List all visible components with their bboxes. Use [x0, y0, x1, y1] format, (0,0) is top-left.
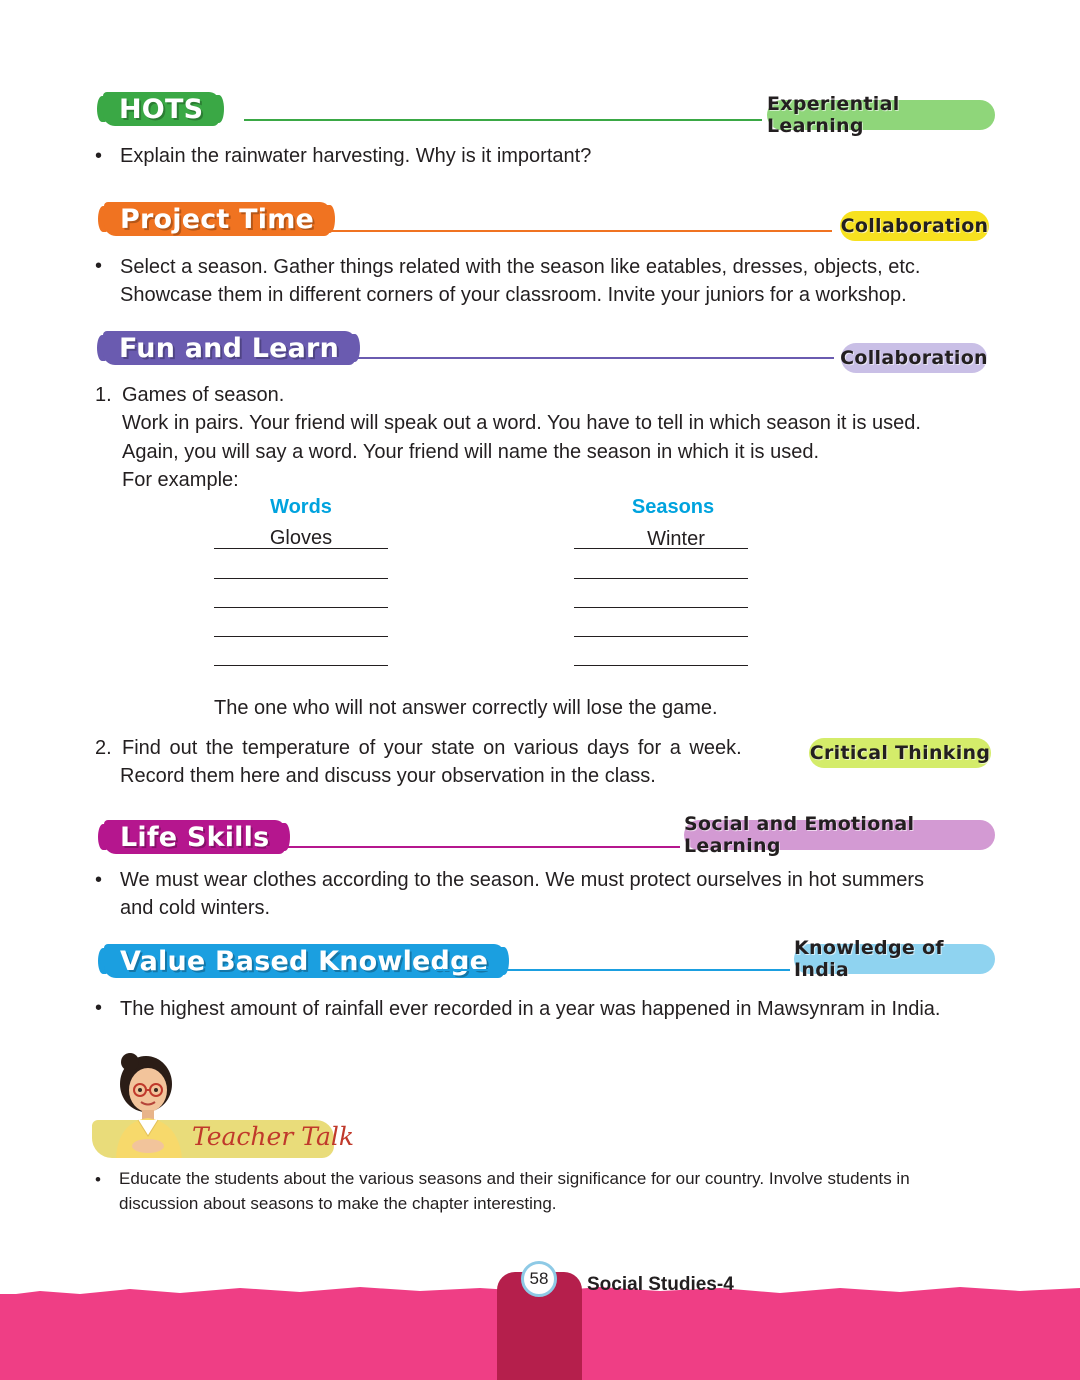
- item-1-line-3: For example:: [122, 469, 239, 491]
- value-rule: [436, 969, 790, 971]
- season-blank: [574, 665, 748, 666]
- life-tag: Social and Emotional Learning: [684, 813, 995, 857]
- word-blank: [214, 636, 388, 637]
- fun-rule: [316, 357, 834, 359]
- season-blank: [574, 607, 748, 608]
- item-2-line-2: Record them here and discuss your observ…: [120, 765, 656, 787]
- value-fact: The highest amount of rainfall ever reco…: [120, 998, 941, 1020]
- hots-tag: Experiential Learning: [767, 93, 995, 137]
- word-blank: [214, 607, 388, 608]
- fun-label: Fun and Learn: [97, 331, 360, 365]
- bullet-dot: •: [95, 145, 103, 167]
- word-blank: [214, 665, 388, 666]
- life-line-2: and cold winters.: [120, 897, 271, 919]
- life-rule: [266, 846, 680, 848]
- item-2-line-1: Find out the temperature of your state o…: [122, 737, 742, 759]
- project-line-2: Showcase them in different corners of yo…: [120, 284, 907, 306]
- item-1-title: Games of season.: [122, 384, 285, 406]
- project-tag: Collaboration: [840, 211, 989, 241]
- hots-question: Explain the rainwater harvesting. Why is…: [120, 145, 592, 167]
- hots-rule: [244, 119, 762, 121]
- bullet-dot: •: [95, 1170, 101, 1189]
- item-1-line-2: Again, you will say a word. Your friend …: [122, 441, 820, 463]
- word-blank: [214, 578, 388, 579]
- game-rule: The one who will not answer correctly wi…: [214, 697, 718, 719]
- project-label: Project Time: [97, 202, 336, 236]
- item-2-number: 2.: [95, 737, 112, 759]
- bullet-dot: •: [95, 255, 103, 277]
- book-title: Social Studies-4: [587, 1274, 734, 1295]
- life-label: Life Skills: [97, 820, 291, 854]
- project-rule: [302, 230, 832, 232]
- season-blank: [574, 636, 748, 637]
- seasons-heading: Seasons: [631, 496, 715, 518]
- critical-thinking-tag: Critical Thinking: [809, 738, 991, 768]
- life-line-1: We must wear clothes according to the se…: [120, 869, 925, 891]
- item-1-number: 1.: [95, 384, 112, 406]
- teacher-line-2: discussion about seasons to make the cha…: [119, 1194, 557, 1213]
- project-line-1: Select a season. Gather things related w…: [120, 256, 921, 278]
- item-1-line-1: Work in pairs. Your friend will speak ou…: [122, 412, 921, 434]
- value-tag: Knowledge of India: [794, 937, 995, 981]
- word-blank: [214, 548, 388, 549]
- value-label: Value Based Knowledge: [97, 944, 510, 978]
- page-number: 58: [521, 1261, 557, 1297]
- fun-tag: Collaboration: [840, 343, 988, 373]
- hots-label: HOTS: [96, 92, 225, 126]
- bullet-dot: •: [95, 869, 103, 891]
- teacher-line-1: Educate the students about the various s…: [119, 1169, 910, 1188]
- teacher-avatar-icon: [116, 1053, 182, 1158]
- bullet-dot: •: [95, 997, 103, 1019]
- season-blank: [574, 548, 748, 549]
- teacher-talk-label: Teacher Talk: [192, 1122, 355, 1151]
- words-heading: Words: [270, 496, 332, 518]
- example-word: Gloves: [269, 527, 333, 549]
- season-blank: [574, 578, 748, 579]
